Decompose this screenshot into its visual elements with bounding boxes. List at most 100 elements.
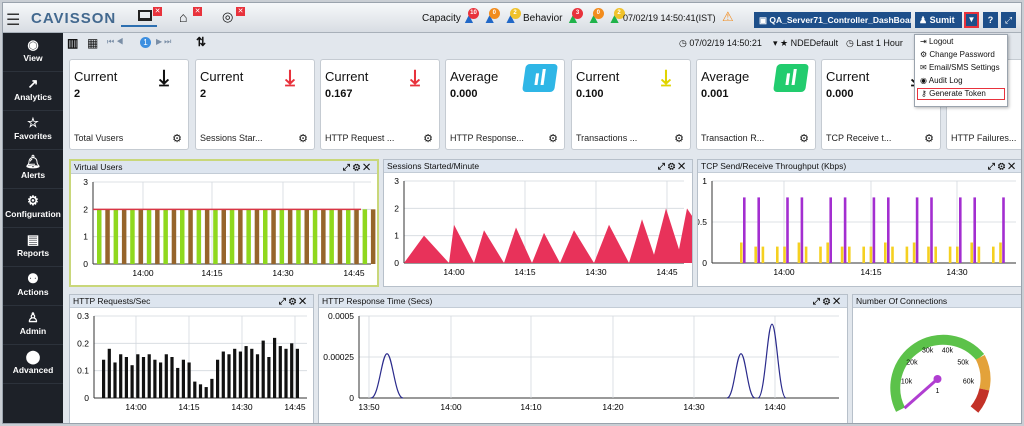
sidebar-item-configuration[interactable]: ⚙ Configuration: [3, 189, 63, 228]
expand-icon[interactable]: ⤢: [658, 161, 668, 171]
hamburger-icon[interactable]: ☰: [6, 10, 20, 30]
menu-item-generate-token[interactable]: ⚷ Generate Token: [917, 88, 1005, 100]
bar: [869, 246, 873, 263]
gear-icon[interactable]: ⚙: [423, 132, 433, 145]
bell-icon[interactable]: ▲ 10: [462, 8, 480, 28]
bar: [321, 209, 326, 264]
monitor-icon[interactable]: [138, 10, 152, 21]
kpi-card-label: Transaction R...: [701, 133, 765, 143]
pager-next-icon[interactable]: ▶⏭: [156, 37, 173, 47]
kpi-card-label: Sessions Star...: [200, 133, 263, 143]
profile-dropdown[interactable]: ▾ ★ NDEDefault: [773, 38, 838, 49]
bar: [246, 209, 251, 264]
bar: [337, 209, 343, 264]
page-number[interactable]: 1: [140, 37, 151, 48]
bar: [204, 387, 208, 398]
user-menu-toggle[interactable]: ▼: [964, 12, 979, 28]
gear-icon[interactable]: ⚙: [674, 132, 684, 145]
sidebar: ◉ View ↗ Analytics ☆ Favorites 🔔︎ Alerts ⚙ Config…: [3, 33, 63, 423]
kpi-card-title: Current: [576, 69, 620, 84]
kpi-card[interactable]: Average 0.001 Transaction R... ⚙ ıl: [696, 59, 816, 150]
gauge-band: [970, 388, 990, 413]
gear-icon[interactable]: ⚙: [924, 132, 934, 145]
gear-icon[interactable]: ⚙: [548, 132, 558, 145]
kpi-card[interactable]: Current 2 Sessions Star... ⚙ ⤓: [195, 59, 315, 150]
sidebar-item-label: Configuration: [5, 209, 61, 219]
close-icon[interactable]: ✕: [833, 296, 843, 306]
menu-item-change-password[interactable]: ⚙ Change Password: [915, 48, 1007, 61]
expand-icon[interactable]: ⤢: [343, 162, 353, 172]
bell-icon[interactable]: ▲ 0: [587, 8, 605, 28]
menu-item-email-sms-settings[interactable]: ✉ Email/SMS Settings: [915, 61, 1007, 74]
sidebar-item-advanced[interactable]: ⬤ Advanced: [3, 345, 63, 384]
kpi-card[interactable]: Current 0.167 HTTP Request ... ⚙ ⤓: [320, 59, 440, 150]
sidebar-item-favorites[interactable]: ☆ Favorites: [3, 111, 63, 150]
signal-icon[interactable]: ⚠: [722, 9, 734, 25]
sidebar-item-view[interactable]: ◉ View: [3, 33, 63, 72]
bar: [915, 197, 919, 263]
bell-icon[interactable]: ▲ 3: [566, 8, 584, 28]
y-tick-label: 0.1: [77, 366, 89, 376]
fullscreen-icon[interactable]: ⤢: [1001, 12, 1016, 28]
menu-item-logout[interactable]: ⇥ Logout: [915, 35, 1007, 48]
gear-icon[interactable]: ⚙: [353, 162, 363, 172]
close-icon[interactable]: ✕: [299, 296, 309, 306]
sidebar-item-alerts[interactable]: 🔔︎ Alerts: [3, 150, 63, 189]
report-icon: ▤: [26, 232, 40, 247]
x-tick-label: 14:45: [284, 402, 306, 412]
close-icon[interactable]: ✕: [363, 162, 373, 172]
gear-icon[interactable]: ⚙: [823, 296, 833, 306]
bar: [136, 354, 140, 398]
bar: [786, 197, 789, 263]
broadcast-icon[interactable]: ◎: [222, 9, 233, 25]
time-range[interactable]: ◷ Last 1 Hour: [846, 38, 903, 49]
chart-view-icon[interactable]: ▥: [67, 36, 78, 50]
close-icon[interactable]: ✕: [678, 161, 688, 171]
bar: [329, 209, 334, 264]
dashboard-selector[interactable]: ▣ QA_Server71_Controller_DashBoard: [754, 12, 911, 28]
chart-panel-header: HTTP Response Time (Secs) ⤢⚙✕: [319, 295, 847, 308]
gear-icon[interactable]: ⚙: [172, 132, 182, 145]
expand-icon[interactable]: ⤢: [988, 161, 998, 171]
kpi-card-label: HTTP Failures...: [951, 133, 1017, 143]
menu-item-audit-log[interactable]: ◉ Audit Log: [915, 74, 1007, 87]
bar: [797, 242, 801, 263]
x-tick-label: 14:45: [656, 267, 678, 277]
kpi-card[interactable]: Current 2 Total Vusers ⚙ ⤓: [69, 59, 189, 150]
close-icon[interactable]: ✕: [1008, 161, 1018, 171]
home-icon[interactable]: ⌂: [179, 9, 187, 25]
table-view-icon[interactable]: ▦: [87, 36, 98, 50]
behavior-alerts[interactable]: ▲ 3 ▲ 0 ▲ 2: [566, 8, 626, 28]
gear-icon[interactable]: ⚙: [799, 132, 809, 145]
chart-panel: HTTP Response Time (Secs) ⤢⚙✕ 0.0005 0.0002…: [318, 294, 848, 423]
sidebar-item-reports[interactable]: ▤ Reports: [3, 228, 63, 267]
gear-icon[interactable]: ⚙: [998, 161, 1008, 171]
expand-icon[interactable]: ⤢: [813, 296, 823, 306]
help-icon[interactable]: ?: [983, 12, 998, 28]
capacity-alerts[interactable]: ▲ 10 ▲ 0 ▲ 2: [462, 8, 522, 28]
chart-panel-header: Number Of Connections: [853, 295, 1021, 308]
bell-icon[interactable]: ▲ 2: [504, 8, 522, 28]
bar: [261, 340, 265, 398]
bell-icon[interactable]: ▲ 0: [483, 8, 501, 28]
gear-icon[interactable]: ⚙: [289, 296, 299, 306]
user-button[interactable]: ♟ Sumit: [915, 12, 962, 28]
sidebar-item-actions[interactable]: ⚉ Actions: [3, 267, 63, 306]
kpi-card[interactable]: Current 0.100 Transactions ... ⚙ ⤓: [571, 59, 691, 150]
bar: [740, 242, 743, 263]
gear-icon[interactable]: ⚙: [298, 132, 308, 145]
bar: [227, 354, 231, 398]
sidebar-item-analytics[interactable]: ↗ Analytics: [3, 72, 63, 111]
kpi-card[interactable]: Average 0.000 HTTP Response... ⚙ ıl: [445, 59, 565, 150]
sidebar-item-admin[interactable]: ♙ Admin: [3, 306, 63, 345]
x-tick-label: 14:00: [773, 267, 795, 277]
gear-icon[interactable]: ⚙: [668, 161, 678, 171]
x-tick-label: 14:30: [272, 268, 294, 278]
bar: [250, 348, 254, 398]
bar-chart-icon: ıl: [773, 64, 809, 92]
pager-first-icon[interactable]: ⏮◀: [107, 37, 125, 47]
sort-icon[interactable]: ⇅: [196, 35, 206, 49]
bar: [163, 209, 168, 264]
bar: [105, 209, 110, 264]
expand-icon[interactable]: ⤢: [279, 296, 289, 306]
